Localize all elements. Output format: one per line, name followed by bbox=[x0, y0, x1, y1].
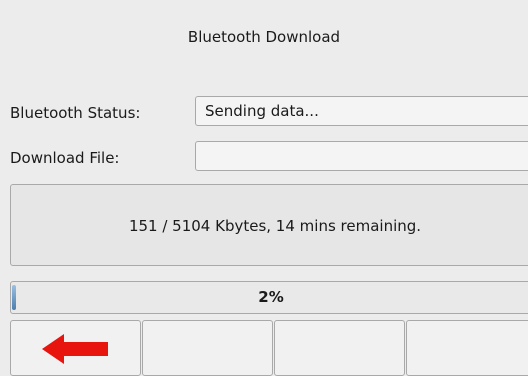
window-title: Bluetooth Download bbox=[187, 28, 341, 46]
download-file-field bbox=[195, 141, 528, 171]
progress-percent: 2% bbox=[258, 288, 284, 306]
back-arrow-icon bbox=[42, 334, 108, 364]
bluetooth-status-label: Bluetooth Status: bbox=[10, 104, 141, 122]
softkey-button-3[interactable] bbox=[274, 320, 405, 376]
download-progress-bar: 2% bbox=[10, 281, 528, 314]
transfer-status-message: 151 / 5104 Kbytes, 14 mins remaining. bbox=[10, 184, 528, 266]
softkey-button-2[interactable] bbox=[142, 320, 273, 376]
back-button[interactable] bbox=[10, 320, 141, 376]
download-file-label: Download File: bbox=[10, 149, 120, 167]
softkey-button-4[interactable] bbox=[406, 320, 528, 376]
bluetooth-status-field: Sending data... bbox=[195, 96, 528, 126]
